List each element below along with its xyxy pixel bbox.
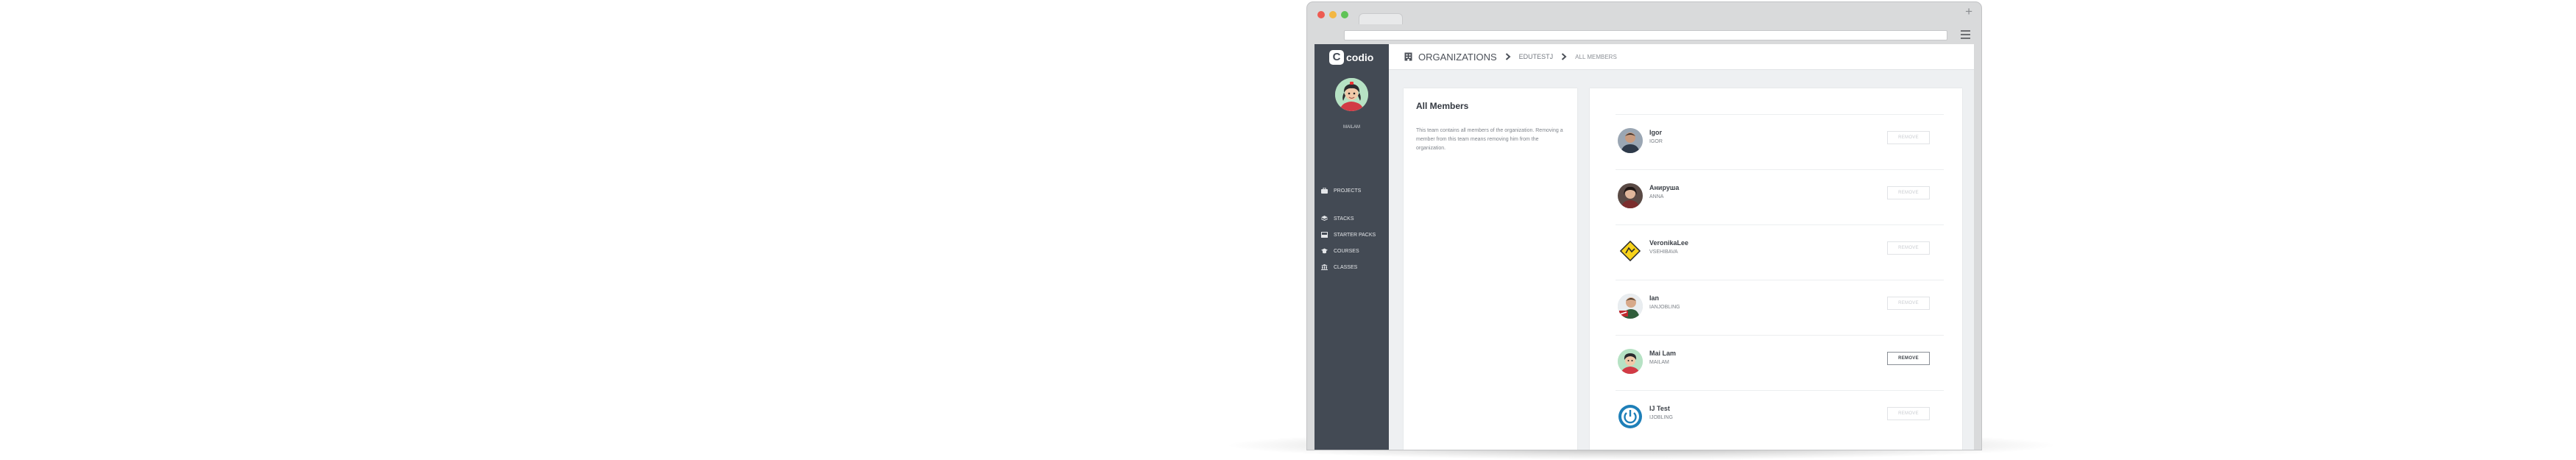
sidebar-item-label: COURSES: [1334, 248, 1359, 254]
member-avatar[interactable]: [1618, 294, 1643, 319]
breadcrumb-org[interactable]: EDUTESTJ: [1519, 53, 1554, 60]
member-avatar[interactable]: [1618, 238, 1643, 263]
breadcrumb-current: ALL MEMBERS: [1575, 53, 1617, 60]
sidebar-item-courses[interactable]: COURSES: [1321, 243, 1376, 259]
avatar[interactable]: [1335, 78, 1368, 111]
sidebar-item-classes[interactable]: CLASSES: [1321, 259, 1376, 275]
layers-icon: [1321, 216, 1328, 222]
team-description: This team contains all members of the or…: [1416, 128, 1563, 151]
member-avatar[interactable]: [1618, 404, 1643, 429]
building-icon: [1404, 52, 1412, 61]
member-name: Ian: [1649, 294, 1660, 302]
breadcrumb-root-label: ORGANIZATIONS: [1418, 51, 1497, 63]
list-item: IJ Test IJOBLING REMOVE: [1616, 390, 1944, 446]
member-list: Igor IGOR REMOVE Анируша ANNA REMOVE Ver…: [1590, 88, 1962, 450]
briefcase-icon: [1321, 188, 1328, 194]
list-item: Igor IGOR REMOVE: [1616, 114, 1944, 170]
remove-member-button[interactable]: REMOVE: [1887, 297, 1930, 310]
remove-member-button[interactable]: REMOVE: [1887, 352, 1930, 365]
logo-mark: C: [1329, 50, 1344, 65]
minimize-window-button[interactable]: [1329, 11, 1337, 18]
list-item: Mai Lam MAILAM REMOVE: [1616, 335, 1944, 391]
member-name: Mai Lam: [1649, 350, 1677, 357]
sidebar-nav-primary: PROJECTS: [1321, 183, 1361, 199]
remove-member-button[interactable]: REMOVE: [1887, 131, 1930, 144]
institution-icon: [1321, 264, 1328, 270]
member-name: IJ Test: [1649, 405, 1670, 412]
box-icon: [1321, 232, 1328, 238]
member-username: IGOR: [1649, 139, 1663, 144]
page-title: All Members: [1416, 101, 1469, 111]
member-username: ANNA: [1649, 194, 1664, 199]
member-avatar[interactable]: [1618, 183, 1643, 208]
close-window-button[interactable]: [1317, 11, 1325, 18]
browser-tab[interactable]: [1359, 13, 1403, 24]
member-avatar[interactable]: [1618, 128, 1643, 153]
chevron-right-icon: [1561, 53, 1567, 60]
remove-member-button[interactable]: REMOVE: [1887, 241, 1930, 255]
remove-member-button[interactable]: REMOVE: [1887, 186, 1930, 199]
sidebar-item-label: STACKS: [1334, 216, 1354, 222]
member-username: MAILAM: [1649, 360, 1669, 365]
app-viewport: C codio MAILAM PROJECTS STACKS STARTER P…: [1314, 44, 1974, 450]
member-username: IANJOBLING: [1649, 305, 1680, 310]
team-info-panel: All Members This team contains all membe…: [1404, 88, 1577, 450]
browser-window: + C codio MAILAM PROJECTS STACKS STARTER…: [1306, 1, 1982, 450]
sidebar-item-projects[interactable]: PROJECTS: [1321, 183, 1361, 199]
member-username: IJOBLING: [1649, 415, 1673, 420]
member-avatar[interactable]: [1618, 349, 1643, 374]
sidebar-username: MAILAM: [1342, 125, 1360, 130]
breadcrumb-organizations[interactable]: ORGANIZATIONS: [1404, 52, 1497, 63]
sidebar: C codio MAILAM PROJECTS STACKS STARTER P…: [1314, 44, 1389, 450]
sidebar-item-label: PROJECTS: [1334, 188, 1362, 194]
member-name: Анируша: [1649, 184, 1680, 191]
breadcrumb: ORGANIZATIONS EDUTESTJ ALL MEMBERS: [1389, 44, 1974, 70]
list-item: Ian IANJOBLING REMOVE: [1616, 280, 1944, 336]
remove-member-button[interactable]: REMOVE: [1887, 407, 1930, 420]
sidebar-item-starter-packs[interactable]: STARTER PACKS: [1321, 227, 1376, 243]
sidebar-item-stacks[interactable]: STACKS: [1321, 210, 1376, 227]
sidebar-nav-secondary: STACKS STARTER PACKS COURSES CLASSES: [1321, 210, 1376, 275]
list-item: VeronikaLee VSEHIBAVA REMOVE: [1616, 224, 1944, 280]
graduation-cap-icon: [1321, 248, 1328, 254]
browser-menu-icon[interactable]: [1961, 30, 1970, 39]
codio-logo[interactable]: C codio: [1329, 49, 1373, 66]
new-tab-icon[interactable]: +: [1965, 4, 1972, 19]
member-username: VSEHIBAVA: [1649, 250, 1678, 255]
address-bar[interactable]: [1344, 30, 1947, 40]
maximize-window-button[interactable]: [1341, 11, 1348, 18]
member-name: Igor: [1649, 129, 1662, 136]
member-name: VeronikaLee: [1649, 239, 1689, 247]
logo-text: codio: [1346, 52, 1374, 63]
sidebar-item-label: STARTER PACKS: [1334, 232, 1376, 238]
list-item: Анируша ANNA REMOVE: [1616, 169, 1944, 225]
chevron-right-icon: [1505, 53, 1511, 60]
sidebar-item-label: CLASSES: [1334, 264, 1358, 270]
